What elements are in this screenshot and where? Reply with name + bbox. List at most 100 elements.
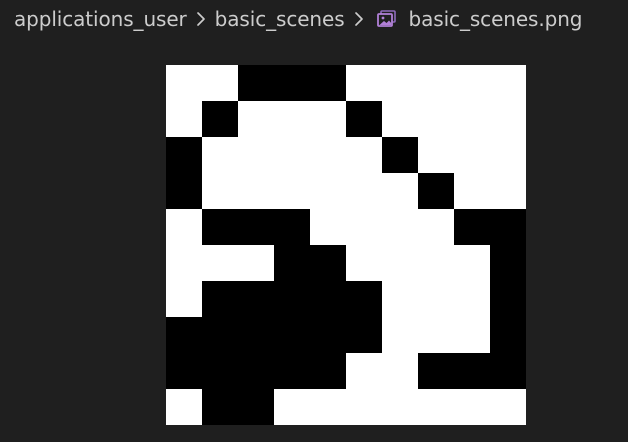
pixel-cell bbox=[202, 245, 239, 282]
pixel-cell bbox=[346, 317, 383, 354]
pixel-cell bbox=[166, 209, 203, 246]
pixel-image bbox=[166, 65, 526, 425]
pixel-cell bbox=[274, 101, 311, 138]
pixel-cell bbox=[238, 389, 275, 425]
pixel-cell bbox=[310, 101, 347, 138]
pixel-cell bbox=[310, 281, 347, 318]
pixel-cell bbox=[490, 281, 526, 318]
breadcrumb-item-file-name[interactable]: basic_scenes.png bbox=[409, 5, 583, 33]
breadcrumb-item-applications-user[interactable]: applications_user bbox=[14, 5, 187, 33]
pixel-cell bbox=[382, 353, 419, 390]
pixel-cell bbox=[382, 281, 419, 318]
image-editor-window: applications_user basic_scenes basic_sce… bbox=[0, 0, 628, 442]
image-file-icon bbox=[375, 5, 399, 33]
pixel-cell bbox=[274, 245, 311, 282]
pixel-cell bbox=[202, 65, 239, 102]
pixel-cell bbox=[346, 101, 383, 138]
pixel-cell bbox=[418, 65, 455, 102]
pixel-cell bbox=[382, 389, 419, 425]
pixel-cell bbox=[454, 65, 491, 102]
pixel-cell bbox=[454, 101, 491, 138]
pixel-cell bbox=[202, 353, 239, 390]
pixel-cell bbox=[490, 101, 526, 138]
pixel-cell bbox=[490, 65, 526, 102]
pixel-cell bbox=[418, 209, 455, 246]
pixel-cell bbox=[202, 389, 239, 425]
pixel-cell bbox=[418, 353, 455, 390]
pixel-cell bbox=[346, 137, 383, 174]
pixel-cell bbox=[454, 281, 491, 318]
pixel-cell bbox=[166, 173, 203, 210]
pixel-cell bbox=[238, 65, 275, 102]
pixel-cell bbox=[166, 281, 203, 318]
pixel-cell bbox=[274, 173, 311, 210]
pixel-cell bbox=[202, 173, 239, 210]
pixel-cell bbox=[418, 389, 455, 425]
pixel-cell bbox=[238, 101, 275, 138]
pixel-cell bbox=[346, 65, 383, 102]
pixel-cell bbox=[310, 209, 347, 246]
pixel-cell bbox=[274, 209, 311, 246]
pixel-cell bbox=[238, 173, 275, 210]
pixel-cell bbox=[202, 101, 239, 138]
breadcrumb: applications_user basic_scenes basic_sce… bbox=[14, 5, 583, 33]
pixel-cell bbox=[166, 317, 203, 354]
pixel-cell bbox=[274, 65, 311, 102]
pixel-cell bbox=[310, 137, 347, 174]
pixel-cell bbox=[202, 209, 239, 246]
pixel-cell bbox=[418, 173, 455, 210]
pixel-cell bbox=[238, 209, 275, 246]
pixel-cell bbox=[274, 389, 311, 425]
pixel-cell bbox=[490, 209, 526, 246]
pixel-cell bbox=[310, 65, 347, 102]
pixel-cell bbox=[238, 317, 275, 354]
pixel-cell bbox=[346, 245, 383, 282]
breadcrumb-item-basic-scenes[interactable]: basic_scenes bbox=[215, 5, 345, 33]
pixel-cell bbox=[166, 389, 203, 425]
pixel-cell bbox=[382, 245, 419, 282]
pixel-cell bbox=[382, 137, 419, 174]
pixel-cell bbox=[454, 389, 491, 425]
pixel-cell bbox=[382, 209, 419, 246]
pixel-cell bbox=[166, 353, 203, 390]
pixel-cell bbox=[310, 389, 347, 425]
pixel-cell bbox=[202, 137, 239, 174]
pixel-cell bbox=[238, 281, 275, 318]
pixel-cell bbox=[490, 353, 526, 390]
pixel-cell bbox=[274, 281, 311, 318]
pixel-cell bbox=[274, 317, 311, 354]
pixel-cell bbox=[346, 389, 383, 425]
pixel-cell bbox=[166, 245, 203, 282]
pixel-cell bbox=[166, 101, 203, 138]
chevron-right-icon bbox=[345, 5, 373, 33]
pixel-cell bbox=[454, 209, 491, 246]
pixel-cell bbox=[274, 353, 311, 390]
pixel-cell bbox=[346, 281, 383, 318]
pixel-cell bbox=[454, 353, 491, 390]
pixel-cell bbox=[238, 245, 275, 282]
pixel-cell bbox=[418, 137, 455, 174]
pixel-cell bbox=[346, 173, 383, 210]
pixel-cell bbox=[418, 281, 455, 318]
pixel-cell bbox=[238, 137, 275, 174]
pixel-cell bbox=[454, 317, 491, 354]
pixel-cell bbox=[418, 245, 455, 282]
pixel-cell bbox=[454, 173, 491, 210]
pixel-cell bbox=[418, 101, 455, 138]
pixel-cell bbox=[454, 245, 491, 282]
pixel-cell bbox=[310, 245, 347, 282]
pixel-cell bbox=[202, 281, 239, 318]
pixel-cell bbox=[310, 173, 347, 210]
pixel-cell bbox=[490, 389, 526, 425]
pixel-cell bbox=[382, 317, 419, 354]
pixel-cell bbox=[346, 209, 383, 246]
pixel-cell bbox=[202, 317, 239, 354]
pixel-cell bbox=[310, 317, 347, 354]
pixel-cell bbox=[166, 137, 203, 174]
pixel-cell bbox=[166, 65, 203, 102]
pixel-cell bbox=[490, 245, 526, 282]
pixel-cell bbox=[310, 353, 347, 390]
pixel-cell bbox=[490, 173, 526, 210]
pixel-cell bbox=[454, 137, 491, 174]
pixel-cell bbox=[490, 137, 526, 174]
